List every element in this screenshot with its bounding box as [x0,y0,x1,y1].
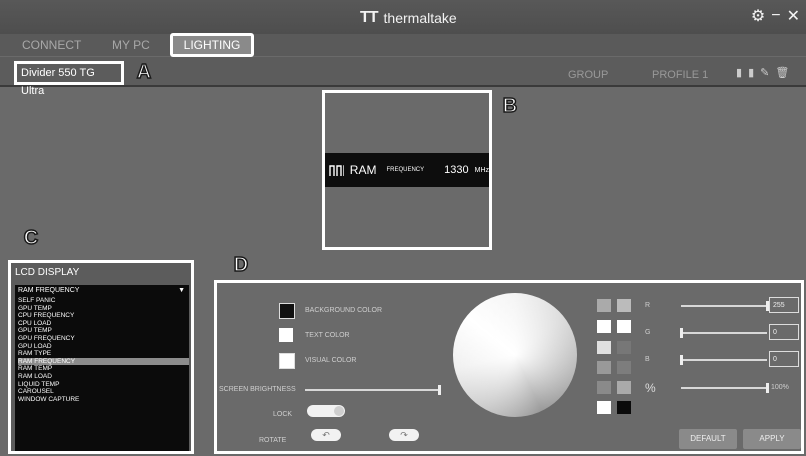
color-wheel[interactable] [453,293,577,417]
background-color-label: BACKGROUND COLOR [305,307,383,314]
preset-color-swatch[interactable] [597,341,611,354]
preset-color-swatch[interactable] [617,299,631,312]
screen-brightness-label: SCREEN BRIGHTNESS [219,386,296,393]
preset-color-swatch[interactable] [617,361,631,374]
group-button[interactable]: GROUP [568,69,608,81]
percent-label: % [645,381,656,395]
device-name[interactable]: Divider 550 TG Ultra [14,61,124,97]
profile-actions: ▮ ▮ ✎ 🗑 [736,66,789,79]
tab-connect[interactable]: CONNECT [22,38,81,52]
preview-unit: MHz [474,166,489,174]
lcd-display-option[interactable]: CAROUSEL [18,388,189,396]
window-controls: ⚙ − ✕ [751,6,800,26]
tab-lighting[interactable]: LIGHTING [170,33,254,57]
rotate-right-icon[interactable]: ↷ [389,429,419,441]
preset-color-swatch[interactable] [597,361,611,374]
lcd-display-option[interactable]: CPU FREQUENCY [18,312,189,320]
lcd-display-option[interactable]: RAM FREQUENCY [18,357,189,366]
r-slider[interactable] [681,305,767,307]
apply-button[interactable]: APPLY [743,429,801,449]
rotate-left-icon[interactable]: ↶ [311,429,341,441]
callout-b: B [502,94,518,118]
dropdown-arrow-icon: ▼ [178,287,185,294]
lcd-preview: RAM FREQUENCY 1330 MHz [322,90,492,250]
ram-icon [329,165,344,176]
lcd-display-panel: LCD DISPLAY RAM FREQUENCY ▼ SELF PANIC GP… [8,260,194,454]
preview-metric: FREQUENCY [386,167,425,173]
lcd-preview-screen: RAM FREQUENCY 1330 MHz [325,153,489,187]
tab-my-pc[interactable]: MY PC [112,38,150,52]
lcd-display-option[interactable]: GPU TEMP [18,327,189,335]
default-button[interactable]: DEFAULT [679,429,737,449]
brand-name: thermaltake [383,10,457,26]
visual-color-swatch[interactable] [279,353,295,369]
percent-slider[interactable] [681,387,767,389]
screen-brightness-slider[interactable] [305,389,439,391]
b-value-input[interactable]: 0 [769,351,799,367]
minimize-icon[interactable]: − [771,7,780,25]
b-slider[interactable] [681,359,767,361]
lcd-display-option[interactable]: RAM TEMP [18,365,189,373]
gear-icon[interactable]: ⚙ [751,6,765,26]
callout-c: C [23,226,39,250]
load-icon[interactable]: ▮ [748,66,754,79]
visual-color-label: VISUAL COLOR [305,357,357,364]
lock-label: LOCK [273,411,293,418]
save-icon[interactable]: ▮ [736,66,742,79]
preset-color-swatch[interactable] [617,381,631,394]
background-color-swatch[interactable] [279,303,295,319]
lcd-display-option[interactable]: GPU LOAD [18,343,189,351]
preset-color-swatch[interactable] [597,320,611,333]
b-label: B [645,356,650,363]
g-slider-knob[interactable] [680,328,683,338]
preset-color-swatch[interactable] [617,401,631,414]
r-label: R [645,302,651,309]
r-value-input[interactable]: 255 [769,297,799,313]
preview-name: RAM [349,163,377,177]
callout-a: A [136,60,152,84]
preset-color-swatch[interactable] [597,381,611,394]
callout-d: D [233,253,249,277]
preview-value: 1330 [444,164,469,176]
lcd-display-option[interactable]: RAM LOAD [18,373,189,381]
lcd-display-select[interactable]: RAM FREQUENCY ▼ [15,285,189,297]
edit-icon[interactable]: ✎ [760,66,769,79]
b-slider-knob[interactable] [680,355,683,365]
lcd-display-option[interactable]: WINDOW CAPTURE [18,396,189,404]
app-brand: TT thermaltake [360,9,457,27]
thermaltake-logo-icon: TT [360,9,379,26]
lcd-display-title: LCD DISPLAY [15,267,80,278]
preset-color-swatch[interactable] [597,401,611,414]
color-settings-panel: BACKGROUND COLOR TEXT COLOR VISUAL COLOR… [214,280,804,454]
g-value-input[interactable]: 0 [769,324,799,340]
g-label: G [645,329,651,336]
profile-selector[interactable]: PROFILE 1 [652,69,708,81]
lcd-display-option[interactable]: LIQUID TEMP [18,381,189,389]
delete-icon[interactable]: 🗑 [775,66,789,79]
percent-value: 100% [771,384,789,391]
lcd-display-option[interactable]: CPU LOAD [18,320,189,328]
text-color-swatch[interactable] [279,328,293,342]
close-icon[interactable]: ✕ [787,6,800,26]
lock-toggle[interactable] [307,405,345,417]
lcd-display-selected: RAM FREQUENCY [18,287,80,294]
g-slider[interactable] [681,332,767,334]
text-color-label: TEXT COLOR [305,332,350,339]
lcd-display-options: SELF PANIC GPU TEMP CPU FREQUENCY CPU LOAD G… [15,297,189,451]
lcd-display-option[interactable]: GPU TEMP [18,305,189,313]
preset-color-swatch[interactable] [617,341,631,354]
rotate-label: ROTATE [259,437,287,444]
lcd-display-option[interactable]: SELF PANIC [18,297,189,305]
percent-slider-knob[interactable] [766,383,769,393]
lcd-display-option[interactable]: RAM TYPE [18,350,189,358]
preset-color-swatch[interactable] [597,299,611,312]
preset-color-swatch[interactable] [617,320,631,333]
lcd-display-option[interactable]: GPU FREQUENCY [18,335,189,343]
screen-brightness-knob[interactable] [438,385,441,395]
